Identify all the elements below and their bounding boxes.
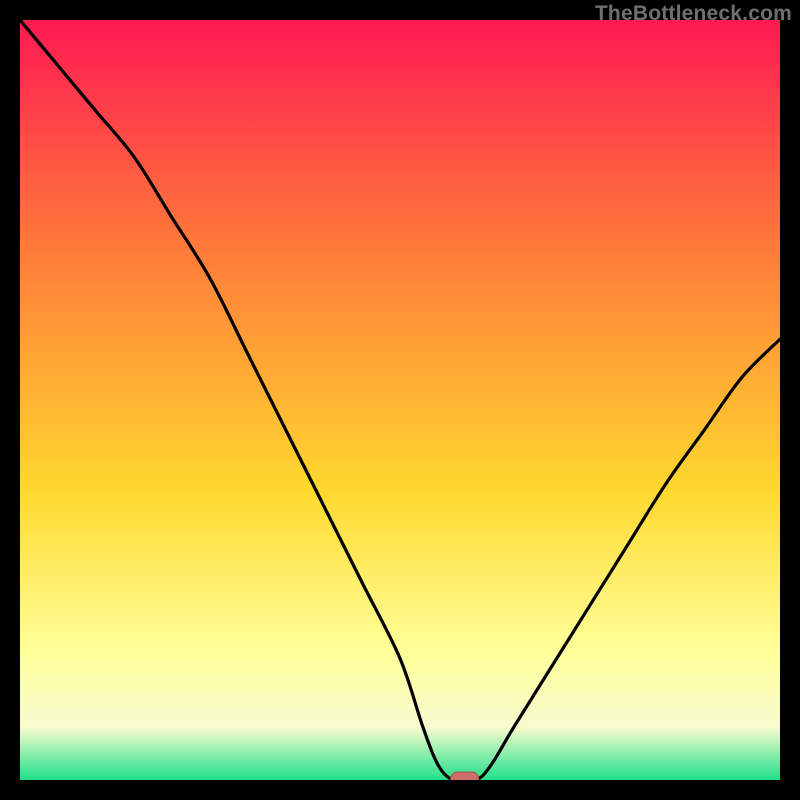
optimum-marker bbox=[451, 772, 479, 780]
gradient-background bbox=[20, 20, 780, 780]
chart-svg bbox=[20, 20, 780, 780]
bottleneck-chart bbox=[20, 20, 780, 780]
chart-stage: TheBottleneck.com bbox=[0, 0, 800, 800]
